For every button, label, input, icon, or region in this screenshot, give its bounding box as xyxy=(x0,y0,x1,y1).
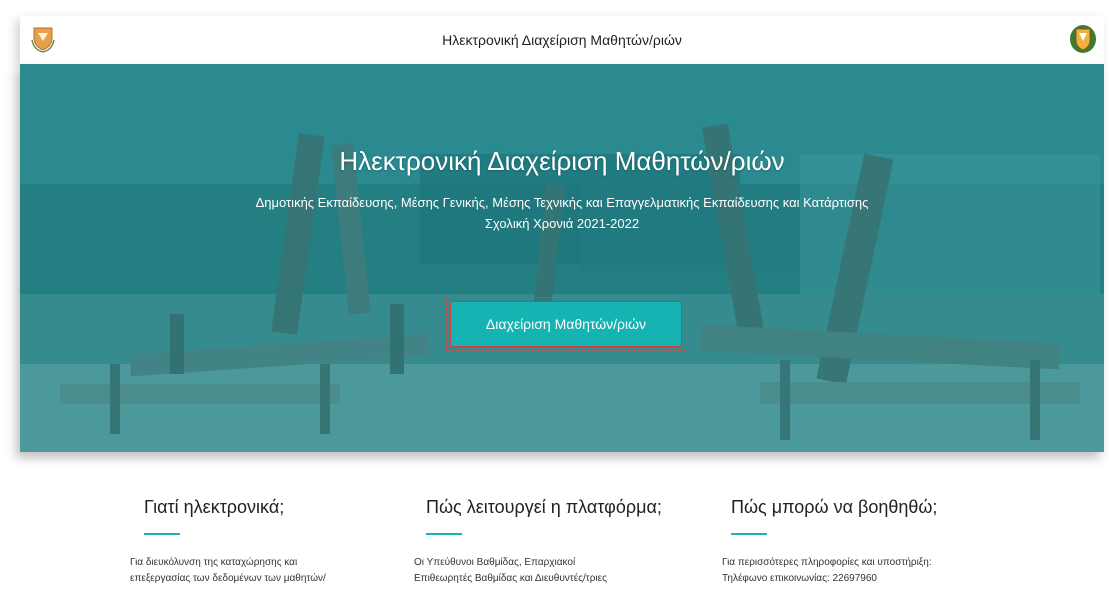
info-text-how-it-works: Οι Υπεύθυνοι Βαθμίδας, Επαρχιακοί Επιθεω… xyxy=(414,555,699,587)
ministry-emblem-icon[interactable] xyxy=(1068,23,1098,55)
info-column-why-electronic: Γιατί ηλεκτρονικά; Για διευκόλυνση της κ… xyxy=(130,497,400,587)
info-text-help: Για περισσότερες πληροφορίες και υποστήρ… xyxy=(722,555,1022,587)
hero-subtitle: Δημοτικής Εκπαίδευσης, Μέσης Γενικής, Μέ… xyxy=(20,192,1104,234)
info-heading-how-it-works: Πώς λειτουργεί η πλατφόρμα; xyxy=(426,497,662,517)
manage-students-button[interactable]: Διαχείριση Μαθητών/ριών xyxy=(450,301,682,347)
cyprus-coat-of-arms-icon[interactable] xyxy=(28,24,58,54)
info-text-why-electronic: Για διευκόλυνση της καταχώρησης και επεξ… xyxy=(130,555,400,587)
info-text-line: Επιθεωρητές Βαθμίδας και Διευθυντές/τριε… xyxy=(414,573,607,584)
info-column-help: Πώς μπορώ να βοηθηθώ; Για περισσότερες π… xyxy=(722,497,1022,587)
info-text-line: Οι Υπεύθυνοι Βαθμίδας, Επαρχιακοί xyxy=(414,557,576,568)
info-heading-why-electronic: Γιατί ηλεκτρονικά; xyxy=(144,497,285,517)
heading-underline xyxy=(731,533,767,535)
info-text-line: Για διευκόλυνση της καταχώρησης και xyxy=(130,557,298,568)
heading-underline xyxy=(426,533,462,535)
hero-tint-overlay xyxy=(20,64,1104,452)
info-text-line: Για περισσότερες πληροφορίες και υποστήρ… xyxy=(722,557,932,568)
hero-title: Ηλεκτρονική Διαχείριση Μαθητών/ριών xyxy=(339,146,785,176)
info-column-how-it-works: Πώς λειτουργεί η πλατφόρμα; Οι Υπεύθυνοι… xyxy=(414,497,699,587)
manage-students-button-frame: Διαχείριση Μαθητών/ριών xyxy=(446,297,686,351)
heading-underline xyxy=(144,533,180,535)
hero-subtitle-line1: Δημοτικής Εκπαίδευσης, Μέσης Γενικής, Μέ… xyxy=(255,195,869,210)
info-text-line: Τηλέφωνο επικοινωνίας: 22697960 xyxy=(722,573,877,584)
info-text-line: επεξεργασίας των δεδομένων των μαθητών/ xyxy=(130,573,326,584)
header-title: Ηλεκτρονική Διαχείριση Μαθητών/ριών xyxy=(442,32,682,48)
top-bar: Ηλεκτρονική Διαχείριση Μαθητών/ριών xyxy=(20,16,1104,64)
info-heading-help: Πώς μπορώ να βοηθηθώ; xyxy=(731,497,938,517)
hero-banner: Ηλεκτρονική Διαχείριση Μαθητών/ριών Δημο… xyxy=(20,64,1104,452)
hero-subtitle-line2: Σχολική Χρονιά 2021-2022 xyxy=(484,216,640,231)
